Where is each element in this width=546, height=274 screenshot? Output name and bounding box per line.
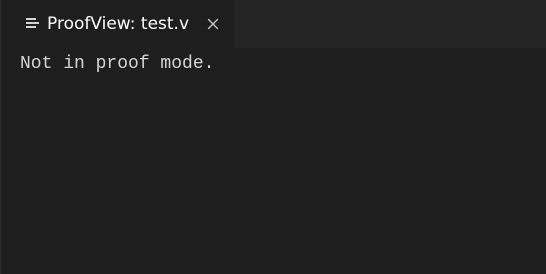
preview-lines-icon [26, 18, 39, 30]
proof-status-message: Not in proof mode. [20, 54, 215, 74]
proof-view-content: Not in proof mode. [1, 48, 546, 274]
tab-proofview-test-v[interactable]: ProofView: test.v [1, 0, 234, 48]
tab-bar: ProofView: test.v [1, 0, 546, 48]
tab-title: ProofView: test.v [47, 14, 190, 34]
close-icon[interactable] [205, 16, 221, 32]
